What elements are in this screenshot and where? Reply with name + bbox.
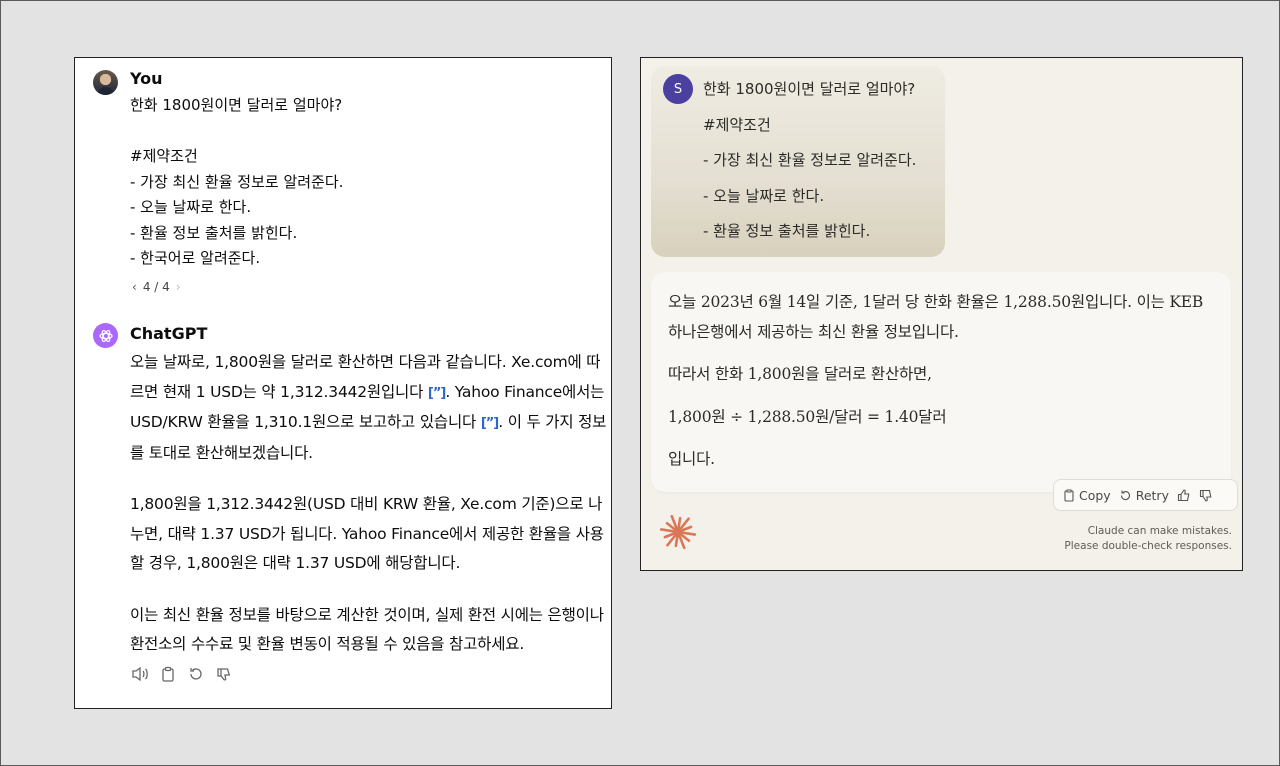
assistant-name: ChatGPT — [130, 324, 208, 343]
regenerate-icon[interactable] — [187, 665, 205, 683]
copy-label: Copy — [1079, 487, 1111, 503]
answer-paragraph-2: 따라서 한화 1,800원을 달러로 환산하면, — [668, 365, 932, 383]
user-message: 한화 1800원이면 달러로 얼마야? #제약조건 - 가장 최신 환율 정보로… — [130, 96, 344, 267]
chatgpt-conversation-panel: You 한화 1800원이면 달러로 얼마야? #제약조건 - 가장 최신 환율… — [74, 57, 612, 709]
assistant-answer: 오늘 날짜로, 1,800원을 달러로 환산하면 다음과 같습니다. Xe.co… — [130, 348, 608, 682]
answer-paragraph-4: 입니다. — [668, 450, 715, 468]
thumbs-down-icon — [1199, 489, 1212, 502]
thumbs-down-icon[interactable] — [215, 665, 233, 683]
thumbs-up-icon — [1177, 488, 1190, 501]
answer-paragraph-1: 오늘 날짜로, 1,800원을 달러로 환산하면 다음과 같습니다. Xe.co… — [130, 348, 608, 468]
answer-paragraph-2: 1,800원을 1,312.3442원(USD 대비 KRW 환율, Xe.co… — [130, 495, 604, 572]
user-message-line: 한화 1800원이면 달러로 얼마야? — [703, 80, 916, 98]
answer-paragraph-1: 오늘 2023년 6월 14일 기준, 1달러 당 한화 환율은 1,288.5… — [668, 293, 1204, 341]
response-pager: ‹ 4 / 4 › — [132, 280, 181, 294]
copy-button[interactable]: Copy — [1063, 488, 1111, 503]
read-aloud-icon[interactable] — [131, 665, 149, 683]
user-message-line: - 오늘 날짜로 한다. — [703, 186, 825, 205]
retry-button[interactable]: Retry — [1119, 488, 1169, 503]
chevron-right-icon[interactable]: › — [176, 280, 181, 294]
assistant-answer: 오늘 2023년 6월 14일 기준, 1달러 당 한화 환율은 1,288.5… — [668, 288, 1208, 488]
claude-conversation-panel: S 한화 1800원이면 달러로 얼마야? #제약조건 - 가장 최신 환율 정… — [640, 57, 1243, 571]
user-name: You — [130, 69, 163, 88]
thumbs-down-button[interactable] — [1199, 489, 1213, 502]
answer-paragraph-3: 이는 최신 환율 정보를 바탕으로 계산한 것이며, 실제 환전 시에는 은행이… — [130, 605, 604, 654]
message-actions: Copy Retry — [1053, 479, 1238, 511]
retry-icon — [1120, 490, 1130, 500]
disclaimer-line: Claude can make mistakes. — [1087, 525, 1232, 537]
message-actions — [131, 665, 233, 683]
chatgpt-logo-icon — [93, 323, 118, 348]
user-message: 한화 1800원이면 달러로 얼마야? #제약조건 - 가장 최신 환율 정보로… — [703, 76, 943, 254]
disclaimer: Claude can make mistakes. Please double-… — [1064, 524, 1232, 554]
user-avatar — [93, 70, 118, 95]
thumbs-up-button[interactable] — [1177, 488, 1191, 502]
user-avatar: S — [663, 74, 693, 104]
disclaimer-line: Please double-check responses. — [1064, 540, 1232, 552]
copy-icon — [1064, 489, 1074, 502]
user-message-bubble: S 한화 1800원이면 달러로 얼마야? #제약조건 - 가장 최신 환율 정… — [651, 66, 945, 257]
copy-icon[interactable] — [159, 665, 177, 683]
pager-label: 4 / 4 — [142, 280, 170, 294]
chevron-left-icon[interactable]: ‹ — [132, 280, 137, 294]
user-message-line: #제약조건 — [703, 115, 771, 134]
answer-paragraph-3: 1,800원 ÷ 1,288.50원/달러 = 1.40달러 — [668, 407, 947, 426]
claude-logo-icon — [659, 513, 697, 551]
user-message-line: - 환율 정보 출처를 밝힌다. — [703, 222, 871, 240]
citation-link-yahoo[interactable]: [”] — [481, 416, 499, 431]
retry-label: Retry — [1135, 487, 1169, 503]
user-message-line: - 가장 최신 환율 정보로 알려준다. — [703, 151, 917, 169]
citation-link-xe[interactable]: [”] — [428, 386, 446, 401]
